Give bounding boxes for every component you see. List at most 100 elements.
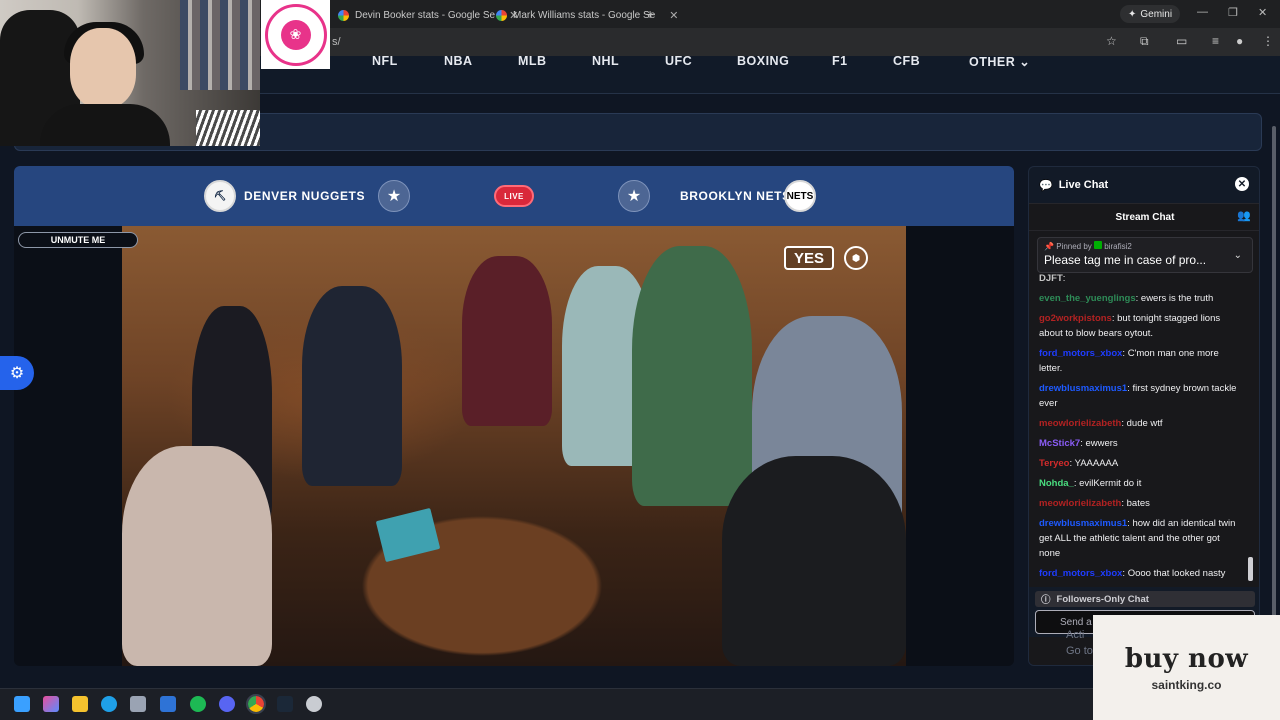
chat-message: drewblusmaximus1: how did an identical t… <box>1039 516 1241 561</box>
nav-ufc[interactable]: UFC <box>665 54 692 68</box>
copilot-icon[interactable] <box>43 696 59 712</box>
sparkle-icon: ✦ <box>1128 8 1137 20</box>
chat-bubbles-icon: 💬 <box>1039 179 1053 192</box>
chat-message: Teryeo: YAAAAAA <box>1039 456 1241 471</box>
buy-now-ad[interactable]: buy now saintking.co <box>1093 615 1280 720</box>
tab-mark-williams[interactable]: Mark Williams stats - Google Se ✕ <box>488 4 686 26</box>
chat-separator: : <box>1062 273 1066 284</box>
chat-message: Nohda_: evilKermit do it <box>1039 476 1241 491</box>
extensions-icon[interactable]: ⧉ <box>1140 34 1149 49</box>
chat-header: 💬 Live Chat <box>1029 167 1259 203</box>
chat-username[interactable]: drewblusmaximus1 <box>1039 518 1127 529</box>
bookmark-star-icon[interactable]: ☆ <box>1106 34 1117 48</box>
chat-username[interactable]: Nohda_ <box>1039 478 1074 489</box>
chat-username[interactable]: ford_motors_xbox <box>1039 348 1122 359</box>
page-scrollbar[interactable] <box>1270 96 1278 646</box>
chat-message: meowlorielizabeth: bates <box>1039 496 1241 511</box>
favorite-home-star-icon[interactable]: ★ <box>378 180 410 212</box>
chat-username[interactable]: drewblusmaximus1 <box>1039 383 1127 394</box>
followers-only-label: Followers-Only Chat <box>1056 593 1149 605</box>
discord-icon[interactable] <box>219 696 235 712</box>
sponsor-ring: ❀ <box>264 3 327 66</box>
gemini-button[interactable]: ✦ Gemini <box>1120 5 1181 23</box>
ring-lights <box>196 110 260 146</box>
webcam-overlay <box>0 0 260 146</box>
nav-mlb[interactable]: MLB <box>518 54 547 68</box>
store-icon[interactable] <box>130 696 146 712</box>
menu-icon[interactable]: ⋮ <box>1262 34 1274 48</box>
info-icon: ⓘ <box>1041 595 1051 606</box>
video-frame[interactable]: YES ⬢ <box>122 226 906 666</box>
nav-cfb[interactable]: CFB <box>893 54 920 68</box>
nav-nba[interactable]: NBA <box>444 54 473 68</box>
chrome-icon[interactable] <box>246 694 266 714</box>
person-figure <box>722 456 906 666</box>
gemini-label: Gemini <box>1140 8 1173 20</box>
chat-scrollbar[interactable] <box>1248 557 1253 581</box>
chat-username[interactable]: go2workpistons <box>1039 313 1112 324</box>
google-icon <box>338 9 349 21</box>
edge-icon[interactable] <box>101 696 117 712</box>
scroll-thumb[interactable] <box>1272 126 1276 646</box>
pinned-text: Please tag me in case of pro... <box>1044 253 1207 267</box>
person-figure <box>122 446 272 666</box>
chat-username[interactable]: DJFT <box>1039 273 1063 284</box>
chat-message: ford_motors_xbox: C'mon man one more let… <box>1039 346 1241 376</box>
activate-line: Acti <box>1066 629 1085 641</box>
streamer-face <box>70 28 136 108</box>
chat-username[interactable]: meowlorielizabeth <box>1039 498 1121 509</box>
chat-text: bates <box>1126 498 1150 509</box>
chat-message: meowlorielizabeth: dude wtf <box>1039 416 1241 431</box>
unmute-button[interactable]: UNMUTE ME <box>18 232 138 248</box>
mail-icon[interactable] <box>160 696 176 712</box>
close-window-icon[interactable]: ✕ <box>1258 6 1267 19</box>
chevron-down-icon[interactable]: ⌄ <box>1234 250 1242 261</box>
nav-nhl[interactable]: NHL <box>592 54 619 68</box>
nets-logo-icon: NETS <box>784 180 816 212</box>
chat-username[interactable]: even_the_yuenglings <box>1039 293 1136 304</box>
chat-messages[interactable]: DJFT: even_the_yuenglings: ewers is the … <box>1029 231 1259 587</box>
chat-username[interactable]: ford_motors_xbox <box>1039 568 1122 579</box>
match-header: ⛏ DENVER NUGGETS ★ LIVE ★ BROOKLYN NETS … <box>14 166 1014 226</box>
nav-f1[interactable]: F1 <box>832 54 848 68</box>
stream-chat-header: Stream Chat <box>1029 203 1259 231</box>
buy-now-text: buy now <box>1124 643 1249 674</box>
community-icon[interactable]: 👥 <box>1237 209 1251 222</box>
pin-icon: 📌 <box>1044 242 1054 251</box>
chat-message: drewblusmaximus1: first sydney brown tac… <box>1039 381 1241 411</box>
chat-text: Oooo that looked nasty <box>1127 568 1226 579</box>
close-tab-icon[interactable]: ✕ <box>669 9 678 22</box>
yes-network-bug: YES <box>784 246 834 270</box>
chat-username[interactable]: Teryeo <box>1039 458 1069 469</box>
activate-line: Go to <box>1066 645 1093 657</box>
chat-username[interactable]: meowlorielizabeth <box>1039 418 1121 429</box>
clothing-rack <box>180 0 260 90</box>
restore-icon[interactable]: ❐ <box>1228 6 1238 19</box>
chat-text: YAAAAAA <box>1074 458 1119 469</box>
new-tab-button[interactable]: + <box>646 6 654 22</box>
live-badge: LIVE <box>494 185 534 207</box>
settings-gear-icon[interactable]: ⚙ <box>0 356 34 390</box>
cast-icon[interactable]: ▭ <box>1176 34 1187 48</box>
reading-list-icon[interactable]: ≡ <box>1212 34 1219 48</box>
obs-icon[interactable] <box>306 696 322 712</box>
chat-username[interactable]: McStick7 <box>1039 438 1080 449</box>
nav-nfl[interactable]: NFL <box>372 54 398 68</box>
nets-bug-icon: ⬢ <box>844 246 868 270</box>
chat-text: ewers is the truth <box>1140 293 1214 304</box>
pinned-message[interactable]: 📌 Pinned by birafisi2 Please tag me in c… <box>1037 237 1253 273</box>
pinned-by-line: 📌 Pinned by birafisi2 <box>1044 241 1246 251</box>
spotify-icon[interactable] <box>190 696 206 712</box>
profile-avatar-icon[interactable]: ● <box>1236 34 1243 48</box>
favorite-away-star-icon[interactable]: ★ <box>618 180 650 212</box>
minimize-icon[interactable]: — <box>1197 6 1208 18</box>
nav-other[interactable]: OTHER ⌄ <box>969 54 1030 69</box>
chat-message: McStick7: ewwers <box>1039 436 1241 451</box>
nav-boxing[interactable]: BOXING <box>737 54 789 68</box>
windows-start-icon[interactable] <box>14 696 30 712</box>
close-chat-icon[interactable]: ✕ <box>1235 177 1249 191</box>
steam-icon[interactable] <box>277 696 293 712</box>
buy-now-site: saintking.co <box>1151 677 1222 692</box>
chat-text: evilKermit do it <box>1079 478 1142 489</box>
file-explorer-icon[interactable] <box>72 696 88 712</box>
